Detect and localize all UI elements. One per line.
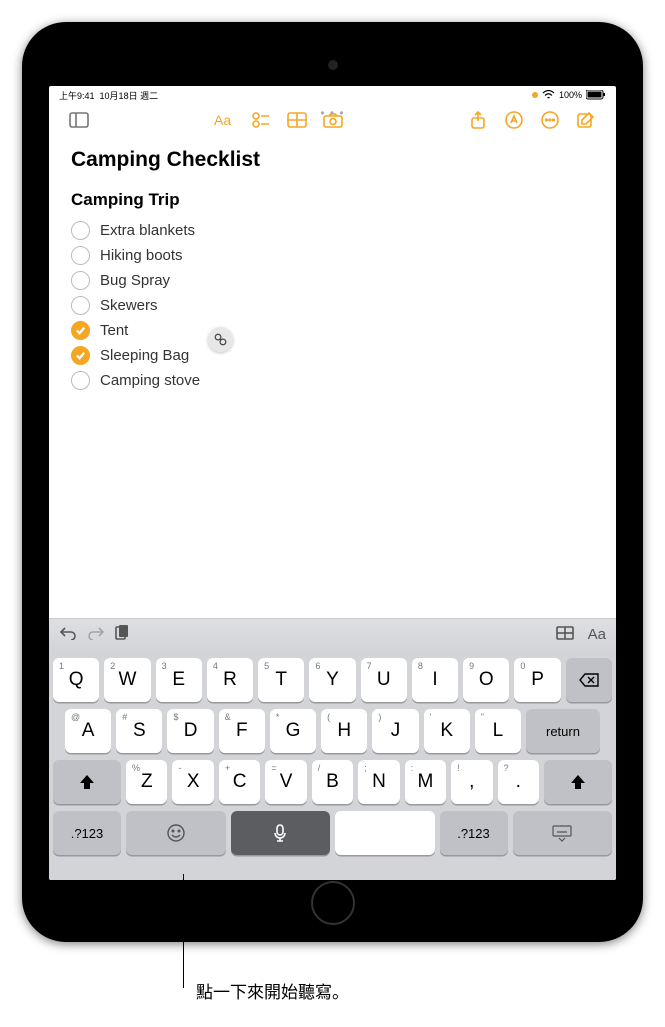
numeric-key-right[interactable]: .?123 bbox=[440, 811, 508, 855]
return-key[interactable]: return bbox=[526, 709, 600, 753]
status-right: 100% bbox=[532, 90, 606, 100]
key-f[interactable]: &F bbox=[219, 709, 265, 753]
more-button[interactable] bbox=[532, 105, 568, 135]
space-key[interactable] bbox=[335, 811, 435, 855]
insert-table-button[interactable] bbox=[556, 626, 574, 645]
key-l[interactable]: "L bbox=[475, 709, 521, 753]
checklist-item-label: Hiking boots bbox=[100, 247, 183, 264]
key-c[interactable]: +C bbox=[219, 760, 260, 804]
key-p[interactable]: 0P bbox=[514, 658, 560, 702]
key-w[interactable]: 2W bbox=[104, 658, 150, 702]
checklist-item[interactable]: Extra blankets bbox=[71, 218, 594, 243]
checklist-item[interactable]: Bug Spray bbox=[71, 268, 594, 293]
key-n[interactable]: ;N bbox=[358, 760, 399, 804]
note-body[interactable]: Camping Checklist Camping Trip Extra bla… bbox=[49, 138, 616, 399]
callout-line bbox=[183, 874, 184, 988]
text-format-button[interactable]: Aa bbox=[588, 626, 606, 645]
sidebar-toggle-button[interactable] bbox=[61, 105, 97, 135]
callout-text: 點一下來開始聽寫。 bbox=[196, 978, 349, 1003]
key-k[interactable]: 'K bbox=[424, 709, 470, 753]
key-x[interactable]: -X bbox=[172, 760, 213, 804]
undo-button[interactable] bbox=[59, 626, 77, 645]
battery-percent: 100% bbox=[559, 90, 582, 100]
checkbox-unchecked-icon[interactable] bbox=[71, 296, 90, 315]
markup-button[interactable] bbox=[496, 105, 532, 135]
checklist-item-label: Camping stove bbox=[100, 372, 200, 389]
key-i[interactable]: 8I bbox=[412, 658, 458, 702]
share-button[interactable] bbox=[460, 105, 496, 135]
table-button[interactable] bbox=[279, 105, 315, 135]
ipad-device: 上午9:41 10月18日 週二 100% • • • Aa bbox=[22, 22, 643, 942]
checkbox-unchecked-icon[interactable] bbox=[71, 271, 90, 290]
checkbox-unchecked-icon[interactable] bbox=[71, 246, 90, 265]
redo-button[interactable] bbox=[87, 626, 105, 645]
recording-indicator-icon bbox=[532, 92, 538, 98]
checklist-item-label: Extra blankets bbox=[100, 222, 195, 239]
key-u[interactable]: 7U bbox=[361, 658, 407, 702]
battery-icon bbox=[586, 90, 606, 100]
checklist-item-label: Skewers bbox=[100, 297, 158, 314]
key-a[interactable]: @A bbox=[65, 709, 111, 753]
key-d[interactable]: $D bbox=[167, 709, 213, 753]
onscreen-keyboard: 1Q2W3E4R5T6Y7U8I9O0P @A#S$D&F*G(H)J'K"Lr… bbox=[49, 652, 616, 880]
shift-key[interactable] bbox=[53, 760, 121, 804]
keyboard-shortcut-bar: Aa bbox=[49, 618, 616, 652]
key-e[interactable]: 3E bbox=[156, 658, 202, 702]
front-camera bbox=[328, 60, 338, 70]
checkbox-checked-icon[interactable] bbox=[71, 346, 90, 365]
home-button[interactable] bbox=[311, 881, 355, 925]
numeric-key[interactable]: .?123 bbox=[53, 811, 121, 855]
checklist-item-label: Sleeping Bag bbox=[100, 347, 189, 364]
key-r[interactable]: 4R bbox=[207, 658, 253, 702]
checklist-item-label: Tent bbox=[100, 322, 128, 339]
dictation-key[interactable] bbox=[231, 811, 331, 855]
screen: 上午9:41 10月18日 週二 100% • • • Aa bbox=[49, 86, 616, 880]
format-button[interactable]: Aa bbox=[207, 105, 243, 135]
checklist: Extra blankets Hiking boots Bug Spray Skewe… bbox=[71, 218, 594, 393]
note-title: Camping Checklist bbox=[71, 148, 594, 172]
key-g[interactable]: *G bbox=[270, 709, 316, 753]
key-h[interactable]: (H bbox=[321, 709, 367, 753]
svg-text:Aa: Aa bbox=[214, 112, 231, 128]
shift-key-right[interactable] bbox=[544, 760, 612, 804]
emoji-key[interactable] bbox=[126, 811, 226, 855]
key-s[interactable]: #S bbox=[116, 709, 162, 753]
key-m[interactable]: :M bbox=[405, 760, 446, 804]
checkbox-checked-icon[interactable] bbox=[71, 321, 90, 340]
key-v[interactable]: =V bbox=[265, 760, 306, 804]
key-y[interactable]: 6Y bbox=[309, 658, 355, 702]
key-z[interactable]: %Z bbox=[126, 760, 167, 804]
checklist-item[interactable]: Sleeping Bag bbox=[71, 343, 594, 368]
hide-keyboard-key[interactable] bbox=[513, 811, 613, 855]
checklist-item[interactable]: Hiking boots bbox=[71, 243, 594, 268]
checklist-item[interactable]: Skewers bbox=[71, 293, 594, 318]
key-b[interactable]: /B bbox=[312, 760, 353, 804]
checkbox-unchecked-icon[interactable] bbox=[71, 371, 90, 390]
checklist-item-label: Bug Spray bbox=[100, 272, 170, 289]
checklist-item[interactable]: Tent bbox=[71, 318, 594, 343]
checklist-button[interactable] bbox=[243, 105, 279, 135]
key-t[interactable]: 5T bbox=[258, 658, 304, 702]
key-comma[interactable]: !, bbox=[451, 760, 492, 804]
multitask-handle-icon[interactable]: • • • bbox=[320, 106, 344, 120]
clipboard-button[interactable] bbox=[115, 625, 129, 646]
pointer-cursor-icon bbox=[208, 327, 233, 352]
key-o[interactable]: 9O bbox=[463, 658, 509, 702]
key-j[interactable]: )J bbox=[372, 709, 418, 753]
section-heading: Camping Trip bbox=[71, 190, 594, 210]
key-period[interactable]: ?. bbox=[498, 760, 539, 804]
checkbox-unchecked-icon[interactable] bbox=[71, 221, 90, 240]
status-bar: 上午9:41 10月18日 週二 100% bbox=[49, 86, 616, 102]
status-date: 10月18日 週二 bbox=[100, 91, 159, 101]
compose-button[interactable] bbox=[568, 105, 604, 135]
status-left: 上午9:41 10月18日 週二 bbox=[59, 89, 158, 102]
key-q[interactable]: 1Q bbox=[53, 658, 99, 702]
status-time: 上午9:41 bbox=[59, 91, 95, 101]
backspace-key[interactable] bbox=[566, 658, 612, 702]
checklist-item[interactable]: Camping stove bbox=[71, 368, 594, 393]
wifi-icon bbox=[542, 90, 555, 100]
